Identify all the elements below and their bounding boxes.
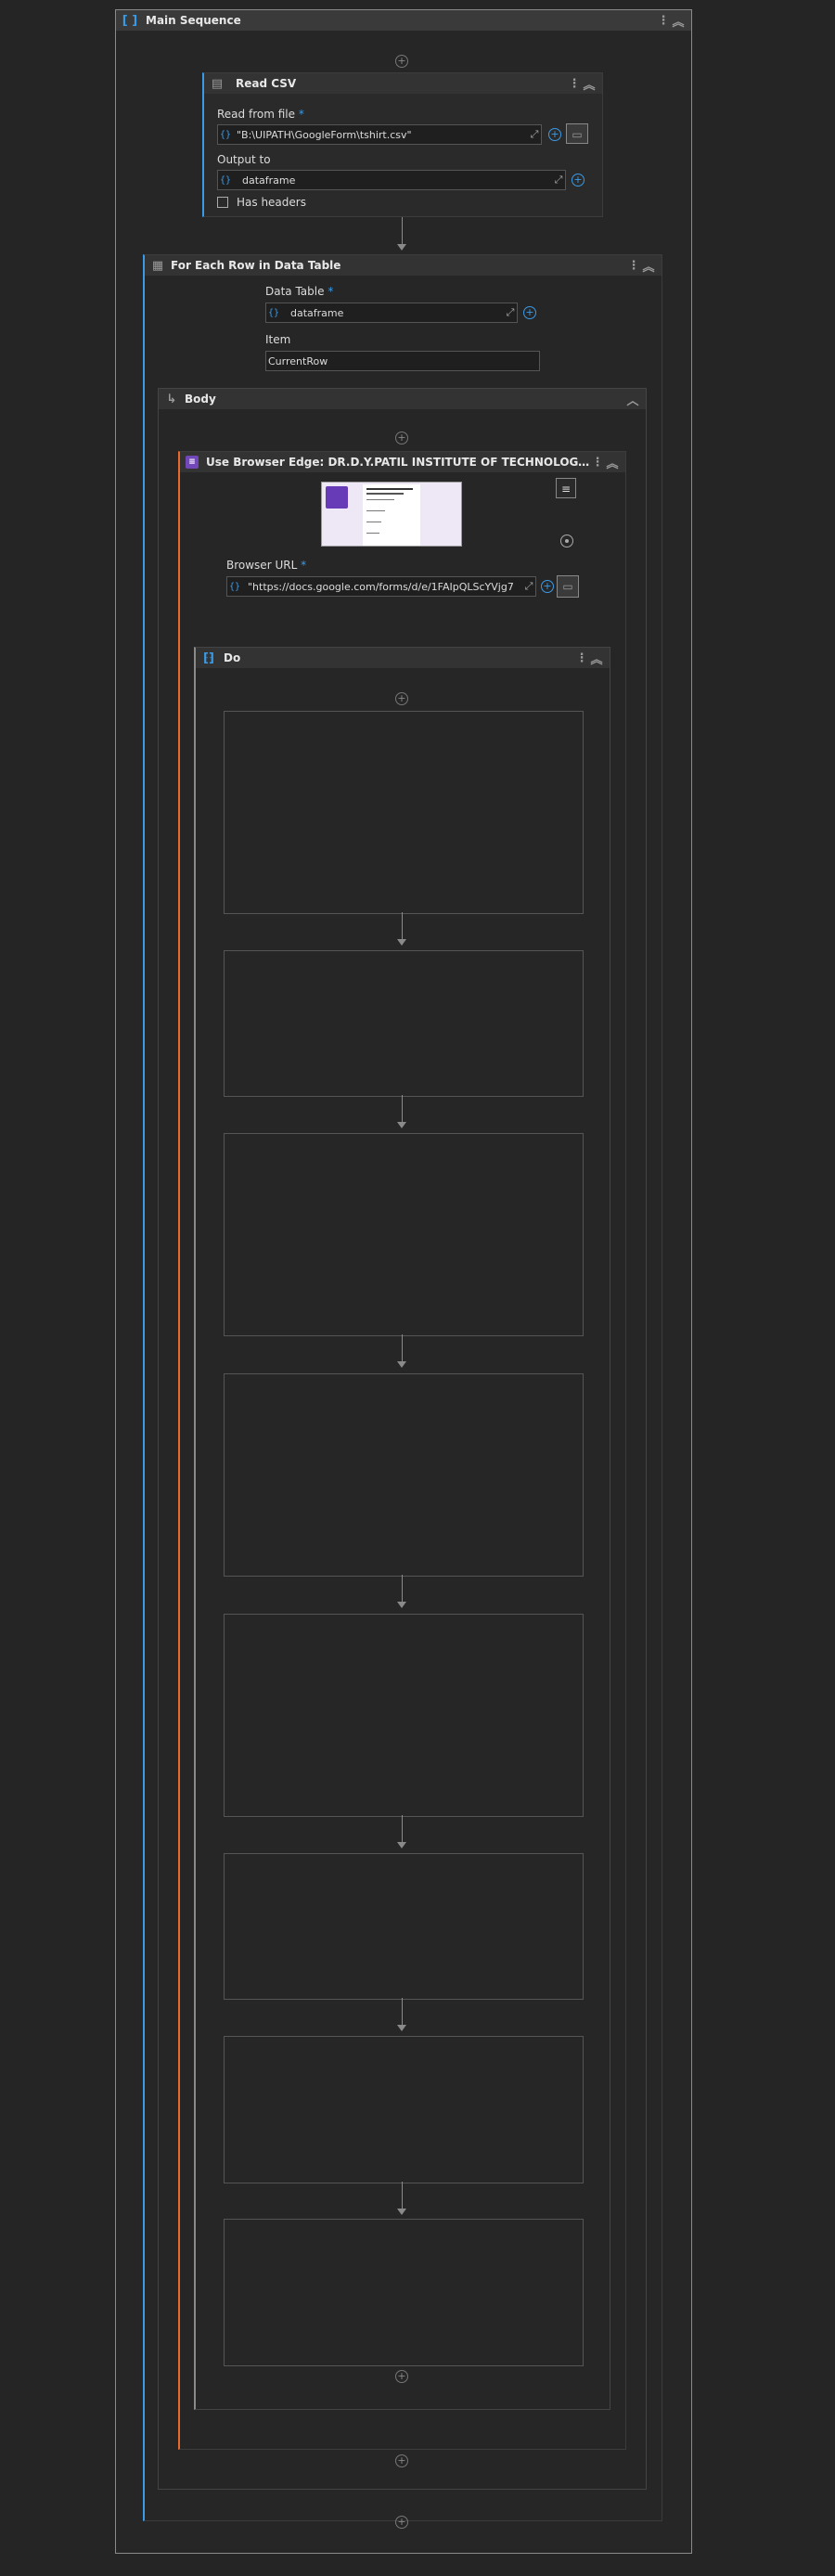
- options-menu-button[interactable]: ≡: [556, 478, 576, 498]
- has-headers-checkbox[interactable]: [217, 197, 228, 208]
- browser-url-label-text: Browser URL: [226, 559, 298, 572]
- data-table-value: dataframe: [290, 306, 344, 319]
- activity-placeholder[interactable]: [224, 1853, 584, 2000]
- folder-icon: ▭: [572, 128, 583, 141]
- collapse-icon[interactable]: ︽: [589, 650, 604, 667]
- activity-placeholder[interactable]: [224, 1373, 584, 1577]
- thumbnail-text-line: [366, 499, 394, 500]
- output-to-label: Output to: [217, 153, 271, 166]
- add-activity-button[interactable]: +: [395, 2516, 408, 2529]
- expand-icon[interactable]: ⤢: [528, 128, 541, 141]
- item-value: CurrentRow: [268, 354, 328, 367]
- required-mark: *: [328, 285, 334, 298]
- activity-placeholder[interactable]: [224, 2219, 584, 2366]
- read-from-file-value: "B:\UIPATH\GoogleForm\tshirt.csv": [237, 128, 412, 141]
- more-options-icon[interactable]: ⋮: [590, 456, 605, 470]
- browser-url-field[interactable]: {} "https://docs.google.com/forms/d/e/1F…: [226, 576, 536, 597]
- expand-icon[interactable]: ⤢: [552, 174, 565, 187]
- output-to-value: dataframe: [242, 174, 296, 187]
- read-from-file-label-text: Read from file: [217, 108, 295, 121]
- data-table-field[interactable]: {} dataframe ⤢: [265, 303, 518, 323]
- add-activity-button[interactable]: +: [395, 55, 408, 68]
- main-sequence-title: Main Sequence: [146, 14, 241, 27]
- menu-icon: ≡: [560, 483, 572, 496]
- thumbnail-text-line: [366, 493, 404, 495]
- csv-file-icon: ▤: [211, 76, 224, 91]
- thumbnail-text-line: [366, 510, 385, 511]
- add-variable-button[interactable]: +: [548, 128, 561, 141]
- item-label: Item: [265, 333, 291, 346]
- collapse-icon[interactable]: ︿: [625, 391, 640, 408]
- required-mark: *: [301, 559, 307, 572]
- browser-window-button[interactable]: ▭: [557, 575, 579, 598]
- body-branch-icon: ↳: [166, 392, 177, 406]
- expression-icon: {}: [219, 129, 232, 140]
- sequence-icon: [ ]: [122, 13, 138, 28]
- read-from-file-label: Read from file *: [217, 108, 304, 121]
- thumbnail-text-line: [366, 533, 379, 534]
- sequence-icon: ⁅⁆: [203, 650, 214, 665]
- expand-icon[interactable]: ⤢: [504, 306, 517, 319]
- add-variable-button[interactable]: +: [523, 306, 536, 319]
- browser-url-value: "https://docs.google.com/forms/d/e/1FAIp…: [248, 580, 514, 593]
- item-field[interactable]: CurrentRow: [265, 351, 540, 371]
- collapse-icon[interactable]: ︽: [605, 454, 620, 471]
- add-variable-button[interactable]: +: [541, 580, 554, 593]
- more-options-icon[interactable]: ⋮: [656, 14, 671, 28]
- output-to-field[interactable]: {} dataframe ⤢: [217, 170, 566, 190]
- expression-icon: {}: [228, 581, 241, 592]
- add-activity-button[interactable]: +: [395, 2454, 408, 2467]
- target-indicator-icon[interactable]: [560, 535, 573, 547]
- data-table-label-text: Data Table: [265, 285, 325, 298]
- activity-placeholder[interactable]: [224, 1614, 584, 1817]
- has-headers-label: Has headers: [237, 196, 306, 209]
- table-icon: ▦: [151, 258, 164, 273]
- activity-placeholder[interactable]: [224, 711, 584, 914]
- expression-icon: {}: [219, 174, 232, 186]
- activity-placeholder[interactable]: [224, 2036, 584, 2183]
- add-variable-button[interactable]: +: [572, 174, 584, 187]
- activity-placeholder[interactable]: [224, 950, 584, 1097]
- more-options-icon[interactable]: ⋮: [574, 651, 589, 665]
- target-dot: [565, 539, 569, 543]
- browser-url-label: Browser URL *: [226, 559, 306, 572]
- collapse-icon[interactable]: ︽: [641, 257, 656, 275]
- data-table-label: Data Table *: [265, 285, 333, 298]
- browse-folder-button[interactable]: ▭: [566, 123, 588, 144]
- required-mark: *: [298, 108, 304, 121]
- thumbnail-text-line: [366, 488, 413, 490]
- expand-icon[interactable]: ⤢: [522, 580, 535, 593]
- read-from-file-field[interactable]: {} "B:\UIPATH\GoogleForm\tshirt.csv" ⤢: [217, 124, 542, 145]
- collapse-icon[interactable]: ︽: [671, 12, 686, 30]
- add-activity-button[interactable]: +: [395, 431, 408, 444]
- add-activity-button[interactable]: +: [395, 2370, 408, 2383]
- use-browser-title: Use Browser Edge: DR.D.Y.PATIL INSTITUTE…: [206, 456, 590, 469]
- activity-placeholder[interactable]: [224, 1133, 584, 1336]
- read-csv-title: Read CSV: [236, 77, 297, 90]
- browser-window-icon: ▭: [562, 580, 573, 593]
- for-each-row-title: For Each Row in Data Table: [171, 259, 341, 272]
- add-activity-button[interactable]: +: [395, 692, 408, 705]
- more-options-icon[interactable]: ⋮: [567, 77, 582, 91]
- google-forms-icon: ≡: [186, 456, 199, 469]
- do-title: Do: [224, 651, 241, 664]
- more-options-icon[interactable]: ⋮: [626, 259, 641, 273]
- expression-icon: {}: [267, 307, 280, 318]
- body-title: Body: [185, 393, 216, 406]
- google-forms-logo-icon: [326, 486, 348, 509]
- collapse-icon[interactable]: ︽: [582, 75, 597, 93]
- browser-screenshot-thumbnail[interactable]: [321, 482, 462, 547]
